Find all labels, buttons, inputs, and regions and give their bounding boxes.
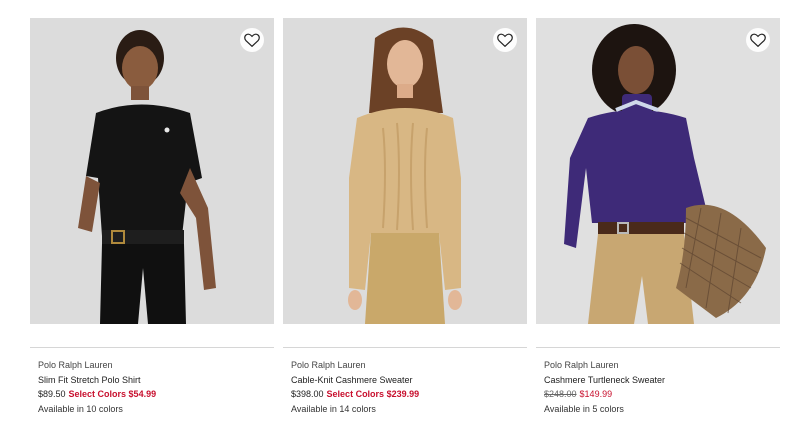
product-name[interactable]: Cashmere Turtleneck Sweater (544, 373, 780, 388)
product-brand: Polo Ralph Lauren (544, 360, 619, 370)
product-name-link[interactable]: Slim Fit Stretch Polo Shirt (38, 375, 141, 385)
wishlist-button[interactable] (746, 28, 770, 52)
model-photo-black-polo (30, 18, 274, 324)
card-divider (536, 347, 780, 348)
product-price: $398.00 (291, 389, 324, 399)
heart-outline-icon (497, 33, 513, 47)
color-availability[interactable]: Available in 5 colors (544, 402, 780, 417)
product-info: Polo Ralph Lauren Slim Fit Stretch Polo … (38, 358, 274, 416)
color-availability[interactable]: Available in 10 colors (38, 402, 274, 417)
product-brand: Polo Ralph Lauren (38, 360, 113, 370)
color-availability[interactable]: Available in 14 colors (291, 402, 527, 417)
product-card[interactable]: Polo Ralph Lauren Cashmere Turtleneck Sw… (536, 18, 780, 414)
product-info: Polo Ralph Lauren Cable-Knit Cashmere Sw… (291, 358, 527, 416)
wishlist-button[interactable] (493, 28, 517, 52)
promo-price: Select Colors $54.99 (68, 389, 157, 399)
product-price: $89.50 (38, 389, 66, 399)
product-name[interactable]: Cable-Knit Cashmere Sweater (291, 373, 527, 388)
product-price-row: $248.00 $149.99 (544, 387, 780, 402)
promo-price: Select Colors $239.99 (326, 389, 420, 399)
card-divider (283, 347, 527, 348)
product-name[interactable]: Slim Fit Stretch Polo Shirt (38, 373, 274, 388)
product-price-row: $398.00 Select Colors $239.99 (291, 387, 527, 402)
product-image[interactable] (283, 18, 527, 324)
heart-outline-icon (244, 33, 260, 47)
product-brand: Polo Ralph Lauren (291, 360, 366, 370)
sale-price: $149.99 (579, 389, 613, 399)
wishlist-button[interactable] (240, 28, 264, 52)
model-photo-turtleneck (536, 18, 780, 324)
product-card[interactable]: Polo Ralph Lauren Slim Fit Stretch Polo … (30, 18, 274, 414)
model-photo-cable-sweater (283, 18, 527, 324)
product-name-link[interactable]: Cable-Knit Cashmere Sweater (291, 375, 413, 385)
heart-outline-icon (750, 33, 766, 47)
product-image[interactable] (30, 18, 274, 324)
original-price: $248.00 (544, 389, 577, 399)
product-grid: Polo Ralph Lauren Slim Fit Stretch Polo … (0, 0, 800, 423)
product-image[interactable] (536, 18, 780, 324)
product-name-link[interactable]: Cashmere Turtleneck Sweater (544, 375, 665, 385)
product-price-row: $89.50 Select Colors $54.99 (38, 387, 274, 402)
product-info: Polo Ralph Lauren Cashmere Turtleneck Sw… (544, 358, 780, 416)
card-divider (30, 347, 274, 348)
product-card[interactable]: Polo Ralph Lauren Cable-Knit Cashmere Sw… (283, 18, 527, 414)
